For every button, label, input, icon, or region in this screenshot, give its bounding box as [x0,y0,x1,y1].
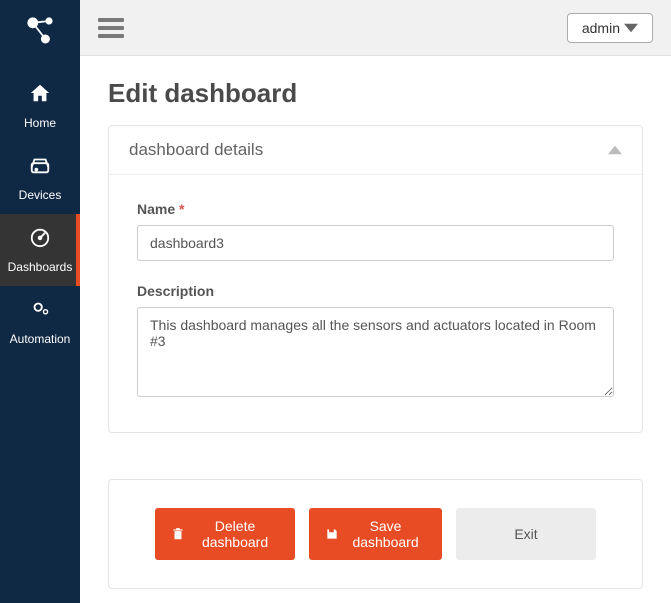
panel-header: dashboard details [109,126,642,175]
cogs-icon [29,298,51,326]
hdd-icon [29,154,51,182]
logo-icon [22,12,58,48]
description-textarea[interactable] [137,307,614,397]
user-menu-label: admin [582,20,620,36]
dashboard-icon [29,226,51,254]
sidebar-item-devices[interactable]: Devices [0,142,80,214]
sidebar-item-label: Devices [19,188,62,202]
delete-button-label: Delete dashboard [191,518,279,550]
description-group: Description [137,283,614,400]
topbar: admin [80,0,671,56]
details-panel: dashboard details Name * Description [108,125,643,433]
home-icon [29,82,51,110]
trash-icon [171,527,185,541]
panel-body: Name * Description [109,175,642,432]
save-button[interactable]: Save dashboard [309,508,442,560]
required-marker: * [179,201,184,217]
exit-button-label: Exit [514,526,537,542]
sidebar-item-automation[interactable]: Automation [0,286,80,358]
save-icon [325,527,339,541]
name-group: Name * [137,201,614,261]
name-input[interactable] [137,225,614,261]
name-label-text: Name [137,201,175,217]
sidebar-item-label: Dashboards [8,260,73,274]
exit-button[interactable]: Exit [456,508,596,560]
description-label: Description [137,283,614,299]
panel-title: dashboard details [129,140,263,160]
chevron-up-icon[interactable] [608,142,622,158]
page-title: Edit dashboard [108,78,643,109]
save-button-label: Save dashboard [345,518,426,550]
logo [0,0,80,60]
sidebar-item-home[interactable]: Home [0,70,80,142]
delete-button[interactable]: Delete dashboard [155,508,295,560]
content: Edit dashboard dashboard details Name * … [80,56,671,603]
user-menu-button[interactable]: admin [567,13,653,43]
action-panel: Delete dashboard Save dashboard Exit [108,479,643,589]
menu-toggle-icon[interactable] [98,14,124,42]
sidebar: Home Devices Dashboards Automation [0,0,80,603]
sidebar-item-label: Automation [10,332,71,346]
sidebar-nav: Home Devices Dashboards Automation [0,70,80,358]
chevron-down-icon [624,21,638,35]
sidebar-item-label: Home [24,116,56,130]
name-label: Name * [137,201,614,217]
sidebar-item-dashboards[interactable]: Dashboards [0,214,80,286]
